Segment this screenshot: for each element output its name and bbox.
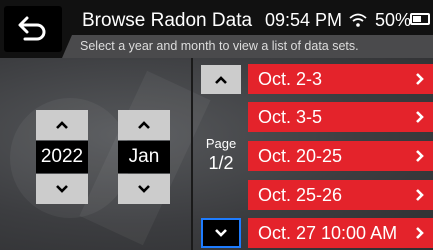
dataset-item[interactable]: Oct. 25-26	[248, 180, 433, 210]
chevron-right-icon	[416, 111, 424, 123]
chevron-down-icon	[138, 185, 150, 193]
year-value: 2022	[36, 141, 88, 173]
year-down-button[interactable]	[36, 174, 88, 204]
battery-percent: 50%	[375, 10, 412, 30]
dataset-item[interactable]: Oct. 27 10:00 AM	[248, 218, 433, 248]
chevron-down-icon	[56, 185, 68, 193]
page-title: Browse Radon Data	[82, 10, 253, 31]
back-arrow-icon	[18, 16, 46, 41]
chevron-up-icon	[56, 121, 68, 129]
chevron-right-icon	[416, 227, 424, 239]
year-up-button[interactable]	[36, 110, 88, 140]
dataset-label: Oct. 20-25	[258, 145, 343, 166]
battery-icon	[410, 13, 430, 25]
dataset-item[interactable]: Oct. 20-25	[248, 141, 433, 171]
page-number: 1/2	[208, 153, 234, 173]
month-up-button[interactable]	[118, 110, 170, 140]
page-down-button[interactable]	[201, 218, 241, 248]
month-down-button[interactable]	[118, 174, 170, 204]
dataset-label: Oct. 3-5	[258, 106, 323, 127]
page-up-button[interactable]	[201, 65, 241, 94]
dataset-item[interactable]: Oct. 3-5	[248, 102, 433, 132]
header: Browse Radon Data 09:54 PM 50% Select a …	[0, 0, 433, 58]
dataset-item[interactable]: Oct. 2-3	[248, 64, 433, 94]
dataset-label: Oct. 2-3	[258, 68, 323, 89]
chevron-right-icon	[416, 189, 424, 201]
page-label: Page	[205, 136, 237, 151]
month-value: Jan	[118, 141, 170, 173]
chevron-right-icon	[416, 73, 424, 85]
divider	[191, 58, 193, 250]
dataset-label: Oct. 27 10:00 AM	[258, 222, 398, 243]
chevron-right-icon	[416, 150, 424, 162]
page-subtitle: Select a year and month to view a list o…	[80, 39, 359, 53]
chevron-up-icon	[138, 121, 150, 129]
chevron-down-icon	[215, 229, 227, 237]
wifi-icon	[349, 13, 367, 27]
chevron-up-icon	[215, 75, 227, 84]
dataset-label: Oct. 25-26	[258, 184, 343, 205]
clock: 09:54 PM	[265, 10, 343, 30]
back-button[interactable]	[4, 6, 62, 52]
